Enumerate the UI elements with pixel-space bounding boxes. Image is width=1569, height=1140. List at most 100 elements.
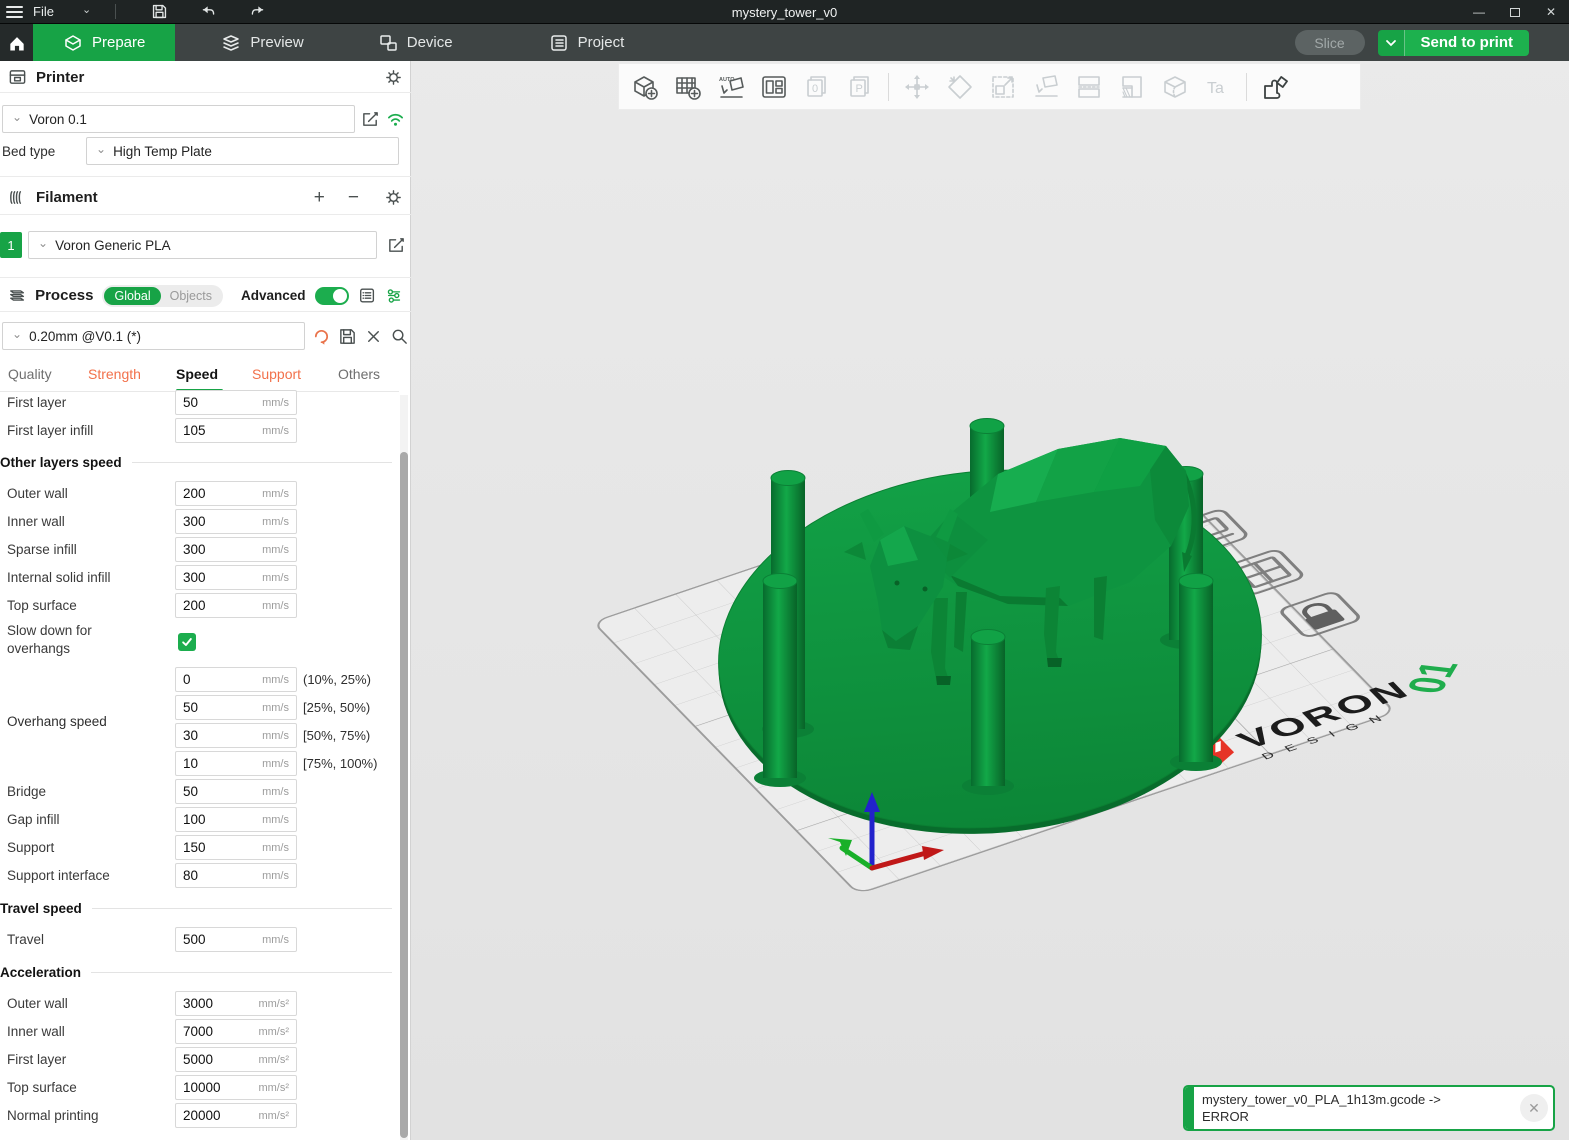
maximize-button[interactable] <box>1497 0 1533 24</box>
save-icon[interactable] <box>151 3 168 20</box>
move-tool-icon[interactable] <box>902 72 932 102</box>
tab-preview[interactable]: Preview <box>193 24 331 61</box>
filament-spool-icon <box>8 188 27 207</box>
add-filament-icon[interactable]: + <box>314 187 325 209</box>
scope-global[interactable]: Global <box>104 287 160 305</box>
setting-label: First layer infill <box>7 416 93 444</box>
filament-select[interactable]: ⌄ Voron Generic PLA <box>28 231 377 259</box>
parameter-list-icon[interactable] <box>358 286 376 305</box>
main-nav: Prepare Preview Device Project Slice <box>0 24 1569 61</box>
reset-profile-icon[interactable] <box>312 327 331 346</box>
printer-select[interactable]: ⌄ Voron 0.1 <box>2 105 355 133</box>
top-surface-speed-input[interactable]: 200 mm/s <box>175 593 297 618</box>
scene-3d[interactable]: VORON DESIGN 01 <box>411 61 1569 1140</box>
slow-down-overhangs-checkbox[interactable] <box>178 633 196 651</box>
tab-speed[interactable]: Speed <box>176 366 218 382</box>
seam-paint-icon[interactable] <box>1160 72 1190 102</box>
internal-solid-infill-speed-input[interactable]: 300 mm/s <box>175 565 297 590</box>
file-menu-chevron-icon[interactable]: ⌄ <box>82 3 91 16</box>
printer-header-label: Printer <box>36 69 84 86</box>
scale-tool-icon[interactable] <box>988 72 1018 102</box>
support-paint-icon[interactable] <box>1117 72 1147 102</box>
printer-settings-gear-icon[interactable] <box>384 68 403 87</box>
process-scope-toggle[interactable]: Global Objects <box>102 285 223 307</box>
close-button[interactable]: ✕ <box>1533 0 1569 24</box>
auto-orient-icon[interactable]: AUTO <box>716 72 746 102</box>
inner-wall-accel-input[interactable]: 7000 mm/s² <box>175 1019 297 1044</box>
hamburger-menu-icon[interactable] <box>6 6 23 18</box>
sparse-infill-speed-input[interactable]: 300 mm/s <box>175 537 297 562</box>
outer-wall-speed-input[interactable]: 200 mm/s <box>175 481 297 506</box>
toast-close-button[interactable]: ✕ <box>1520 1094 1548 1122</box>
tab-project[interactable]: Project <box>521 24 653 61</box>
scrollbar-thumb[interactable] <box>400 452 408 1138</box>
save-profile-icon[interactable] <box>338 327 357 346</box>
setting-row: Support 150 mm/s <box>0 833 400 861</box>
filament-slot-badge: 1 <box>0 232 22 258</box>
bridge-speed-input[interactable]: 50 mm/s <box>175 779 297 804</box>
lay-on-face-icon[interactable] <box>1031 72 1061 102</box>
paste-icon[interactable]: P <box>845 72 875 102</box>
setting-unit: mm/s <box>262 600 289 612</box>
scope-objects[interactable]: Objects <box>161 289 221 303</box>
overhang-speed-input-1[interactable]: 0 mm/s <box>175 667 297 692</box>
travel-speed-input[interactable]: 500 mm/s <box>175 927 297 952</box>
first-layer-infill-speed-input[interactable]: 105 mm/s <box>175 418 297 443</box>
setting-value: 100 <box>183 812 262 827</box>
undo-icon[interactable] <box>200 3 217 20</box>
arrange-objects-icon[interactable] <box>759 72 789 102</box>
chevron-down-icon: ⌄ <box>96 143 106 155</box>
send-options-button[interactable] <box>1378 30 1405 56</box>
minimize-button[interactable]: — <box>1461 0 1497 24</box>
setting-value: 7000 <box>183 1024 258 1039</box>
wifi-connected-icon[interactable] <box>386 110 405 129</box>
setting-unit: mm/s <box>262 842 289 854</box>
overhang-speed-input-4[interactable]: 10 mm/s <box>175 751 297 776</box>
advanced-toggle[interactable] <box>315 287 349 305</box>
filament-settings-gear-icon[interactable] <box>384 188 403 207</box>
assembly-view-icon[interactable] <box>1260 72 1290 102</box>
support-interface-speed-input[interactable]: 80 mm/s <box>175 863 297 888</box>
tune-parameters-icon[interactable] <box>385 286 403 305</box>
top-surface-accel-input[interactable]: 10000 mm/s² <box>175 1075 297 1100</box>
rotate-tool-icon[interactable] <box>945 72 975 102</box>
text-tool-icon[interactable]: Ta <box>1203 72 1233 102</box>
split-object-icon[interactable] <box>1074 72 1104 102</box>
send-to-print-button[interactable]: Send to print <box>1405 30 1530 56</box>
add-plate-icon[interactable] <box>673 72 703 102</box>
tab-quality[interactable]: Quality <box>8 366 52 382</box>
bed-type-select[interactable]: ⌄ High Temp Plate <box>86 137 399 165</box>
overhang-speed-input-2[interactable]: 50 mm/s <box>175 695 297 720</box>
search-settings-icon[interactable] <box>390 327 409 346</box>
home-button[interactable] <box>0 24 33 61</box>
file-menu[interactable]: File <box>33 4 54 19</box>
edit-filament-icon[interactable] <box>387 236 406 255</box>
tab-device[interactable]: Device <box>350 24 481 61</box>
overhang-speed-input-3[interactable]: 30 mm/s <box>175 723 297 748</box>
normal-printing-accel-input[interactable]: 20000 mm/s² <box>175 1103 297 1128</box>
tab-strength[interactable]: Strength <box>88 366 141 382</box>
bed-type-label: Bed type <box>2 137 55 165</box>
setting-row: Inner wall 7000 mm/s² <box>0 1017 400 1045</box>
outer-wall-accel-input[interactable]: 3000 mm/s² <box>175 991 297 1016</box>
first-layer-accel-input[interactable]: 5000 mm/s² <box>175 1047 297 1072</box>
tab-others[interactable]: Others <box>338 366 380 382</box>
support-speed-input[interactable]: 150 mm/s <box>175 835 297 860</box>
svg-text:0: 0 <box>812 83 818 95</box>
slice-button[interactable]: Slice <box>1295 30 1365 55</box>
redo-icon[interactable] <box>249 3 266 20</box>
copy-icon[interactable]: 0 <box>802 72 832 102</box>
inner-wall-speed-input[interactable]: 300 mm/s <box>175 509 297 534</box>
add-model-icon[interactable] <box>630 72 660 102</box>
process-profile-select[interactable]: ⌄ 0.20mm @V0.1 (*) <box>2 322 305 350</box>
setting-label: Top surface <box>7 591 77 619</box>
remove-filament-icon[interactable]: − <box>348 187 359 209</box>
first-layer-speed-input[interactable]: 50 mm/s <box>175 390 297 415</box>
edit-printer-icon[interactable] <box>361 110 380 129</box>
tab-prepare[interactable]: Prepare <box>33 24 175 61</box>
chevron-down-icon: ⌄ <box>38 237 48 249</box>
gap-infill-speed-input[interactable]: 100 mm/s <box>175 807 297 832</box>
check-icon <box>181 636 193 648</box>
tab-support[interactable]: Support <box>252 366 301 382</box>
clear-profile-icon[interactable] <box>364 327 383 346</box>
